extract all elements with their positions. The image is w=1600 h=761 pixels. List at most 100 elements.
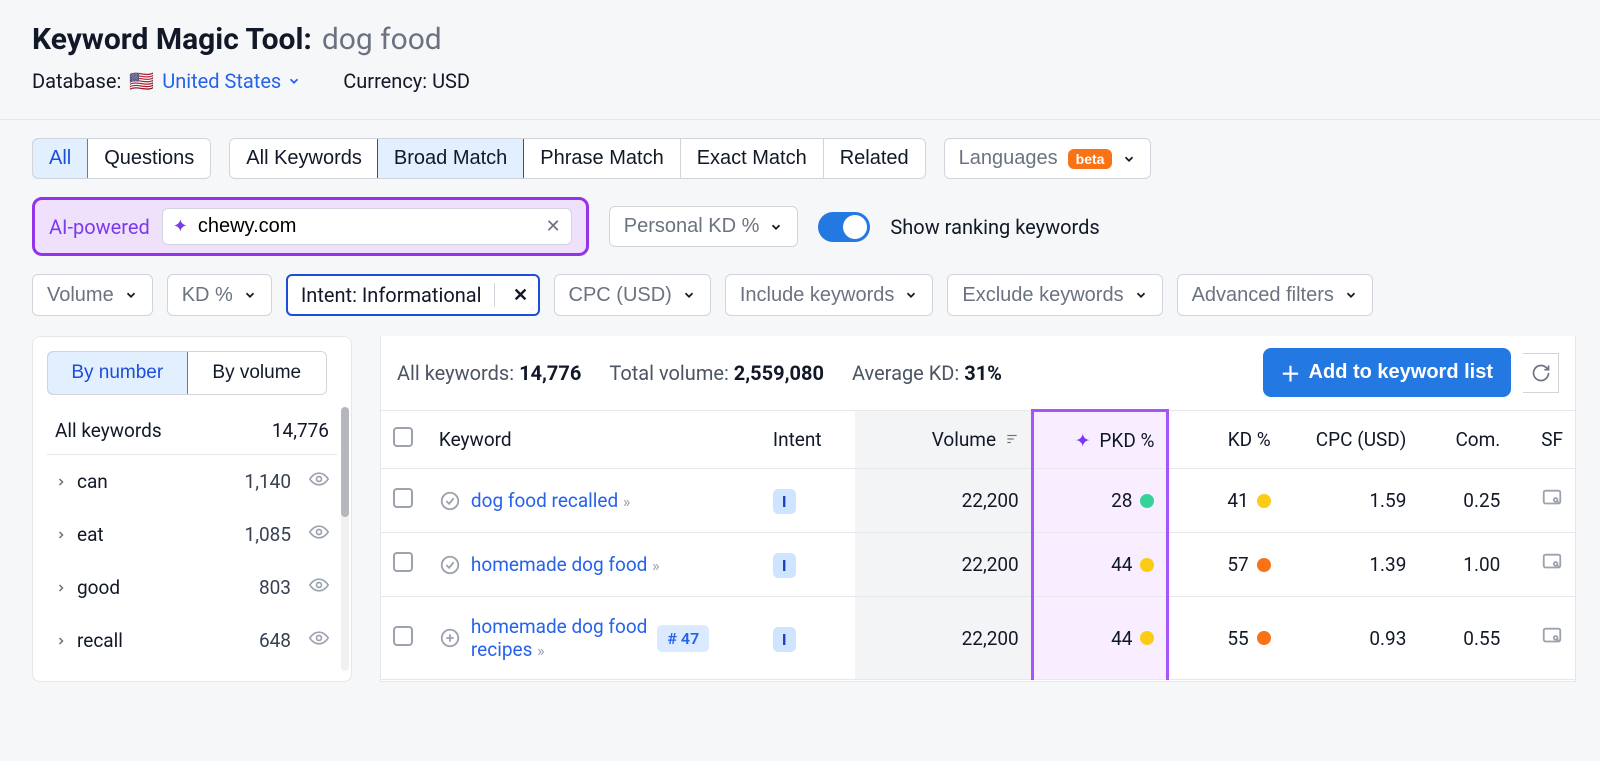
sparkle-icon: ✦ bbox=[173, 216, 188, 237]
clear-intent-button[interactable]: ✕ bbox=[507, 285, 535, 306]
results-panel: All keywords: 14,776 Total volume: 2,559… bbox=[380, 336, 1576, 682]
table-row: dog food recalled » I 22,200 28 41 1.59 … bbox=[381, 469, 1575, 533]
sidebar-all-count: 14,776 bbox=[272, 419, 329, 442]
tab-all-keywords[interactable]: All Keywords bbox=[230, 139, 378, 178]
tab-phrase-match[interactable]: Phrase Match bbox=[523, 139, 679, 178]
keyword-link[interactable]: homemade dog food » bbox=[471, 553, 660, 576]
tab-exact-match[interactable]: Exact Match bbox=[680, 139, 823, 178]
filter-volume[interactable]: Volume bbox=[32, 274, 153, 316]
serp-cell[interactable] bbox=[1512, 533, 1575, 597]
sidebar-sort-number[interactable]: By number bbox=[47, 351, 188, 395]
col-keyword[interactable]: Keyword bbox=[427, 411, 761, 469]
pkd-cell: 44 bbox=[1111, 627, 1154, 650]
sidebar-group-item[interactable]: good 803 bbox=[47, 561, 337, 614]
sidebar-group-item[interactable]: eat 1,085 bbox=[47, 508, 337, 561]
eye-icon[interactable] bbox=[309, 628, 329, 653]
keyword-link[interactable]: dog food recalled » bbox=[471, 489, 631, 512]
match-segment: All Keywords Broad Match Phrase Match Ex… bbox=[229, 138, 925, 179]
filter-exclude-label: Exclude keywords bbox=[962, 284, 1123, 307]
filter-exclude[interactable]: Exclude keywords bbox=[947, 274, 1162, 316]
domain-input[interactable] bbox=[198, 215, 536, 238]
stat-allkw-value: 14,776 bbox=[519, 361, 581, 385]
filter-intent[interactable]: Intent: Informational ✕ bbox=[286, 274, 540, 316]
difficulty-dot-icon bbox=[1140, 494, 1154, 508]
volume-cell: 22,200 bbox=[855, 597, 1032, 680]
chevron-down-icon bbox=[243, 288, 257, 302]
rank-badge: # 47 bbox=[657, 625, 709, 652]
col-sf[interactable]: SF bbox=[1512, 411, 1575, 469]
sidebar-group-label: can bbox=[77, 470, 235, 493]
eye-icon[interactable] bbox=[309, 522, 329, 547]
show-ranking-toggle[interactable] bbox=[818, 212, 870, 242]
keyword-link[interactable]: homemade dog foodrecipes » bbox=[471, 615, 647, 661]
pkd-cell: 28 bbox=[1111, 489, 1154, 512]
col-kd[interactable]: KD % bbox=[1168, 411, 1283, 469]
add-to-list-button[interactable]: ＋ Add to keyword list bbox=[1263, 348, 1511, 397]
intent-badge: I bbox=[773, 627, 796, 652]
pkd-cell: 44 bbox=[1111, 553, 1154, 576]
col-cpc[interactable]: CPC (USD) bbox=[1283, 411, 1419, 469]
col-pkd[interactable]: ✦ PKD % bbox=[1032, 411, 1168, 469]
volume-cell: 22,200 bbox=[855, 469, 1032, 533]
check-circle-icon bbox=[439, 490, 461, 512]
kd-cell: 55 bbox=[1227, 627, 1270, 650]
table-row: homemade dog food » I 22,200 44 57 1.39 … bbox=[381, 533, 1575, 597]
filter-advanced[interactable]: Advanced filters bbox=[1177, 274, 1373, 316]
stat-kd-label: Average KD: bbox=[852, 361, 959, 385]
difficulty-dot-icon bbox=[1257, 631, 1271, 645]
chevron-down-icon bbox=[904, 288, 918, 302]
stat-vol-label: Total volume: bbox=[609, 361, 728, 385]
sidebar-all-keywords[interactable]: All keywords 14,776 bbox=[47, 405, 337, 455]
sidebar-scrollbar[interactable] bbox=[341, 407, 349, 671]
com-cell: 0.25 bbox=[1418, 469, 1512, 533]
difficulty-dot-icon bbox=[1257, 494, 1271, 508]
row-checkbox[interactable] bbox=[393, 488, 413, 508]
database-selector[interactable]: United States bbox=[162, 69, 301, 93]
filter-cpc[interactable]: CPC (USD) bbox=[554, 274, 711, 316]
col-volume[interactable]: Volume bbox=[855, 411, 1032, 469]
difficulty-dot-icon bbox=[1140, 558, 1154, 572]
flag-icon: 🇺🇸 bbox=[129, 69, 154, 93]
col-intent[interactable]: Intent bbox=[761, 411, 855, 469]
tab-related[interactable]: Related bbox=[823, 139, 925, 178]
chevron-down-icon bbox=[287, 74, 301, 88]
serp-cell[interactable] bbox=[1512, 469, 1575, 533]
filter-kd[interactable]: KD % bbox=[167, 274, 272, 316]
refresh-icon bbox=[1531, 363, 1551, 383]
currency-label: Currency: bbox=[343, 69, 427, 93]
languages-dropdown[interactable]: Languages beta bbox=[944, 138, 1152, 179]
intent-badge: I bbox=[773, 553, 796, 578]
eye-icon[interactable] bbox=[309, 575, 329, 600]
tab-broad-match[interactable]: Broad Match bbox=[377, 138, 524, 179]
chevron-right-icon bbox=[55, 629, 67, 652]
col-com[interactable]: Com. bbox=[1418, 411, 1512, 469]
serp-icon bbox=[1541, 487, 1563, 509]
serp-icon bbox=[1541, 551, 1563, 573]
personal-kd-dropdown[interactable]: Personal KD % bbox=[609, 206, 799, 247]
filter-include[interactable]: Include keywords bbox=[725, 274, 934, 316]
filter-advanced-label: Advanced filters bbox=[1192, 284, 1334, 307]
check-circle-icon bbox=[439, 554, 461, 576]
sidebar-group-item[interactable]: can 1,140 bbox=[47, 455, 337, 508]
plus-circle-icon bbox=[439, 627, 461, 649]
table-row: homemade dog foodrecipes » # 47 I 22,200… bbox=[381, 597, 1575, 680]
eye-icon[interactable] bbox=[309, 469, 329, 494]
sidebar-group-item[interactable]: recall 648 bbox=[47, 614, 337, 667]
plus-icon: ＋ bbox=[1281, 358, 1301, 387]
clear-domain-button[interactable]: ✕ bbox=[546, 216, 561, 237]
sidebar-sort-volume[interactable]: By volume bbox=[187, 352, 327, 394]
serp-cell[interactable] bbox=[1512, 597, 1575, 680]
database-label: Database: bbox=[32, 69, 121, 93]
tab-questions[interactable]: Questions bbox=[87, 139, 210, 178]
col-pkd-label: PKD % bbox=[1099, 429, 1154, 452]
filter-intent-label: Intent: Informational bbox=[301, 283, 482, 307]
sidebar-group-count: 803 bbox=[259, 576, 291, 599]
questions-segment: All Questions bbox=[32, 138, 211, 179]
chevron-down-icon bbox=[1344, 288, 1358, 302]
row-checkbox[interactable] bbox=[393, 626, 413, 646]
select-all-checkbox[interactable] bbox=[393, 427, 413, 447]
row-checkbox[interactable] bbox=[393, 552, 413, 572]
tab-all[interactable]: All bbox=[32, 138, 88, 179]
refresh-button[interactable] bbox=[1523, 353, 1559, 393]
stat-allkw-label: All keywords: bbox=[397, 361, 514, 385]
